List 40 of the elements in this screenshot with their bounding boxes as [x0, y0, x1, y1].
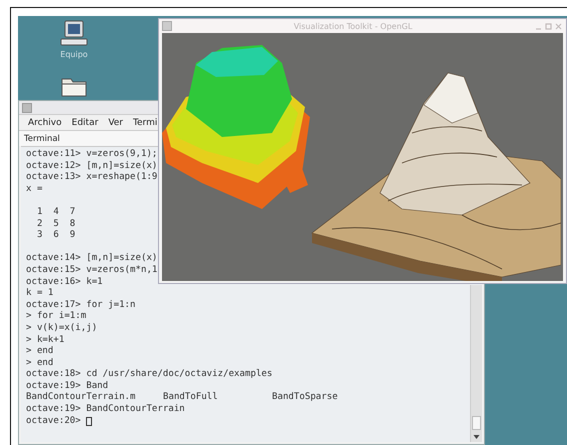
terminal-line: 3 6 9 [36, 230, 76, 242]
menu-item[interactable]: Termi [133, 118, 158, 128]
computer-icon[interactable] [60, 20, 88, 48]
terminal-line: > k=k+1 [26, 334, 64, 346]
terminal-tab[interactable]: Terminal [24, 134, 60, 144]
terminal-line: k = 1 [26, 288, 54, 300]
terminal-line: octave:16> k=1 [26, 276, 103, 288]
maximize-button[interactable] [544, 22, 553, 30]
menu-item[interactable]: Archivo [28, 118, 62, 128]
terminal-line: octave:15> v=zeros(m*n,1 [26, 264, 158, 277]
terminal-line: octave:11> v=zeros(9,1); [26, 149, 158, 161]
terminal-line: 1 4 7 [36, 206, 76, 219]
window-menu-icon[interactable] [162, 21, 172, 31]
scrollbar-thumb[interactable] [472, 416, 481, 430]
menu-item[interactable]: Editar [72, 118, 98, 128]
scrollbar[interactable] [470, 285, 482, 442]
terminal-line: > end [26, 346, 54, 358]
terminal-line: octave:14> [m,n]=size(x) [26, 253, 158, 265]
menu-item[interactable]: Ver [108, 118, 124, 128]
file-name: BandToFull [163, 392, 219, 404]
terminal-line: > v(k)=x(i,j) [26, 322, 98, 334]
window-menu-icon[interactable] [22, 102, 32, 112]
scroll-down-arrow-icon[interactable] [473, 434, 480, 440]
terminal-line: > end [26, 358, 54, 369]
terminal-line: > for i=1:m [26, 311, 86, 323]
terminal-line: octave:17> for j=1:n [26, 300, 136, 311]
terminal-line: 2 5 8 [36, 218, 76, 230]
terminal-line: octave:13> x=reshape(1:9 [26, 172, 158, 184]
terminal-line: octave:20> [26, 416, 82, 428]
close-button[interactable] [554, 22, 563, 30]
window-title: Visualization Toolkit - OpenGL [292, 22, 414, 30]
terminal-line: octave:12> [m,n]=size(x) [26, 160, 158, 172]
terminal-line: x = [26, 184, 42, 196]
text-cursor [86, 416, 92, 426]
icon-label: Equipo [60, 50, 88, 59]
terminal-line: octave:19> Band [26, 380, 108, 392]
terminal-line: octave:19> BandContourTerrain [26, 404, 185, 416]
terminal-line: octave:18> cd /usr/share/doc/octaviz/examples [26, 369, 272, 381]
file-name: BandContourTerrain.m [26, 392, 136, 404]
file-name: BandToSparse [272, 392, 338, 404]
